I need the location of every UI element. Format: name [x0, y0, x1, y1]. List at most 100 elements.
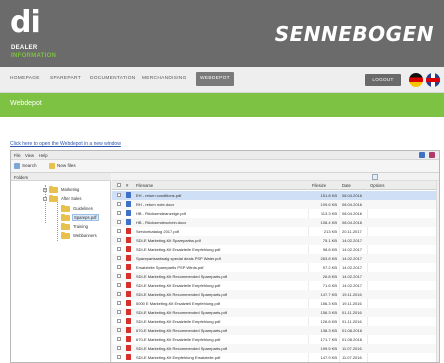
date-column-header[interactable]: Date	[342, 183, 351, 188]
row-checkbox[interactable]	[117, 292, 121, 296]
file-name[interactable]: SDI-E Marketing-Kit Empfehlung Ersatztei…	[136, 355, 220, 360]
file-name[interactable]: Servicekatalog 2017.pdf	[136, 229, 179, 234]
row-checkbox[interactable]	[117, 319, 121, 323]
logout-button[interactable]: LOGOUT	[365, 74, 401, 86]
row-checkbox[interactable]	[117, 337, 121, 341]
search-icon	[14, 163, 20, 169]
table-row[interactable]: 5000 E Marketing-Kit Ersatzteil Empfehlu…	[112, 299, 439, 308]
search-button[interactable]: Search	[22, 163, 37, 168]
table-row[interactable]: SDI-E Marketing-Kit Ersatzteile Empfehlu…	[112, 281, 439, 290]
file-name[interactable]: SDI-E Marketing-Kit Ersatzteile Empfehlu…	[136, 283, 220, 288]
file-size: 98.8 KB	[322, 247, 337, 252]
table-row[interactable]: 670-E Marketing-Kit Recommended Sparepar…	[112, 326, 439, 335]
menu-view[interactable]: View	[25, 153, 34, 158]
table-row[interactable]: SDI-E Marketing-Kit Recommended Sparepar…	[112, 308, 439, 317]
file-name[interactable]: SDI-E Marketing-Kit Ersatzteile Empfehlu…	[136, 319, 220, 324]
uk-flag-icon[interactable]	[426, 73, 440, 87]
collapse-toggle[interactable]: -	[43, 197, 47, 201]
expand-toggle[interactable]: +	[43, 188, 47, 192]
nav-documentation[interactable]: DOCUMENTATION	[90, 76, 136, 81]
row-checkbox[interactable]	[117, 283, 121, 287]
table-row[interactable]: EH - return conditions.pdf 151.8 KB 08.04.…	[112, 191, 439, 200]
file-date: 08.04.2016	[342, 220, 363, 225]
table-row[interactable]: Servicekatalog 2017.pdf 213 KB 20.11.2017	[112, 227, 439, 236]
table-row[interactable]: SDI-E Marketing-Kit Empfehlung Ersatztei…	[112, 353, 439, 362]
file-size: 171.7 KB	[320, 337, 337, 342]
files-scrollbar[interactable]	[436, 181, 439, 362]
file-name[interactable]: RH - return note.docx	[136, 202, 174, 207]
table-row[interactable]: SDI-E Marketing-Kit Recommended Sparepar…	[112, 344, 439, 353]
file-name[interactable]: SDI-E Marketing-Kit Recommended Sparepar…	[136, 292, 227, 297]
nav-merchandising[interactable]: MERCHANDISING	[142, 76, 187, 81]
table-row[interactable]: SDI-E Marketing-Kit Recommended Sparepar…	[112, 272, 439, 281]
word-file-icon	[126, 219, 131, 225]
info-icon[interactable]	[419, 152, 425, 158]
dealer-information-logo[interactable]: di DEALER INFORMATION	[10, 8, 80, 64]
file-date: 08.04.2016	[342, 211, 363, 216]
row-checkbox[interactable]	[117, 265, 121, 269]
menu-help[interactable]: Help	[39, 153, 48, 158]
file-date: 14.02.2017	[342, 274, 363, 279]
file-size: 213 KB	[323, 229, 337, 234]
new-files-button[interactable]: New files	[57, 163, 76, 168]
file-date: 11.07.2016	[342, 355, 362, 360]
table-row[interactable]: SDI-E Marketing-Kit Ersatzteile Empfehlu…	[112, 245, 439, 254]
file-name[interactable]: SDI-E Marketing-Kit Ersatzteile Empfehlu…	[136, 247, 220, 252]
row-checkbox[interactable]	[117, 310, 121, 314]
file-name[interactable]: SDI-E Marketing-Kit Recommended Sparepar…	[136, 274, 227, 279]
file-name[interactable]: SDI-E Marketing-Kit Sparepartss.pdf	[136, 238, 201, 243]
file-name[interactable]: SDI-E Marketing-Kit Recommended Sparepar…	[136, 310, 227, 315]
file-name[interactable]: HB - Rücksendeanzeige.pdf	[136, 211, 186, 216]
nav-webdepot[interactable]: WEBDEPOT	[196, 72, 234, 86]
file-name[interactable]: 5000 E Marketing-Kit Ersatzteil Empfehlu…	[136, 301, 220, 306]
site-header: di DEALER INFORMATION SENNEBOGEN	[0, 0, 444, 67]
file-name[interactable]: Sparepartsantwalg special deals PSP Wate…	[136, 256, 221, 261]
table-row[interactable]: HB - Rücksendeschein.docx 108.4 KB 08.04.2…	[112, 218, 439, 227]
row-checkbox[interactable]	[117, 274, 121, 278]
file-name[interactable]: 670-E Marketing-Kit Recommended Sparepar…	[136, 328, 227, 333]
file-date: 01.08.2016	[342, 328, 363, 333]
table-row[interactable]: Sparepartsantwalg special deals PSP Wate…	[112, 254, 439, 263]
row-checkbox[interactable]	[117, 328, 121, 332]
table-row[interactable]: SDI-E Marketing-Kit Sparepartss.pdf 75.1 …	[112, 236, 439, 245]
row-checkbox[interactable]	[117, 238, 121, 242]
folder-icon	[61, 223, 70, 230]
table-row[interactable]: SDI-E Marketing-Kit Ersatzteile Empfehlu…	[112, 317, 439, 326]
row-checkbox[interactable]	[117, 355, 121, 359]
column-options-icon[interactable]	[372, 174, 378, 180]
filesize-column-header[interactable]: Filesize	[312, 183, 326, 188]
pdf-file-icon	[126, 309, 131, 315]
row-checkbox[interactable]	[117, 202, 121, 206]
file-name[interactable]: EH - return conditions.pdf	[136, 193, 181, 198]
row-checkbox[interactable]	[117, 346, 121, 350]
table-row[interactable]: Ersatzteile Sparepartls PSP Wtrds.pdf 97.…	[112, 263, 439, 272]
table-row[interactable]: RH - return note.docx 109.6 KB 08.04.2016	[112, 200, 439, 209]
open-in-new-window-link[interactable]: Click here to open the Webdepot in a new…	[10, 141, 121, 147]
table-row[interactable]: SDI-E Marketing-Kit Recommended Sparepar…	[112, 290, 439, 299]
pdf-file-icon	[126, 291, 131, 297]
file-name[interactable]: SDI-E Marketing-Kit Recommended Sparepar…	[136, 346, 227, 351]
select-all-checkbox[interactable]	[117, 183, 121, 187]
file-size: 108.4 KB	[320, 220, 337, 225]
nav-sparepart[interactable]: SPAREPART	[50, 76, 81, 81]
row-checkbox[interactable]	[117, 247, 121, 251]
table-row[interactable]: 670-E Marketing-Kit Ersatzteile Empfehlu…	[112, 335, 439, 344]
german-flag-icon[interactable]	[409, 73, 423, 87]
file-name[interactable]: HB - Rücksendeschein.docx	[136, 220, 186, 225]
pdf-file-icon	[126, 237, 131, 243]
table-row[interactable]: HB - Rücksendeanzeige.pdf 113.3 KB 08.04.2…	[112, 209, 439, 218]
nav-homepage[interactable]: HOMEPAGE	[10, 76, 40, 81]
row-checkbox[interactable]	[117, 301, 121, 305]
user-icon[interactable]	[429, 152, 435, 158]
type-column-header[interactable]: #	[126, 183, 128, 188]
options-column-header[interactable]: Options	[370, 183, 384, 188]
file-name[interactable]: 670-E Marketing-Kit Ersatzteile Empfehlu…	[136, 337, 220, 342]
menu-file[interactable]: File	[14, 153, 21, 158]
row-checkbox[interactable]	[117, 256, 121, 260]
row-checkbox[interactable]	[117, 229, 121, 233]
row-checkbox[interactable]	[117, 220, 121, 224]
file-name[interactable]: Ersatzteile Sparepartls PSP Wtrds.pdf	[136, 265, 204, 270]
filename-column-header[interactable]: Filename	[136, 183, 153, 188]
row-checkbox[interactable]	[117, 211, 121, 215]
row-checkbox[interactable]	[117, 193, 121, 197]
